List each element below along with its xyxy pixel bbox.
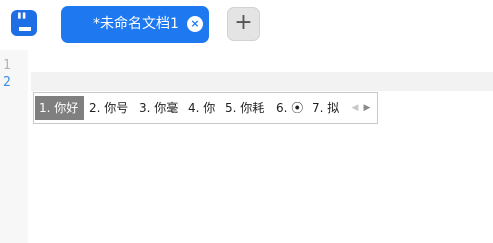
tab-bar: " *未命名文档1 × + bbox=[0, 0, 493, 50]
quote-doc-icon[interactable]: " bbox=[11, 10, 37, 36]
chevron-right-icon[interactable]: ▶ bbox=[362, 96, 372, 120]
plus-icon: + bbox=[234, 10, 253, 35]
chevron-left-icon[interactable]: ◀ bbox=[350, 96, 360, 120]
document-tab-title: *未命名文档1 bbox=[93, 16, 179, 32]
line-number-2: 2 bbox=[3, 75, 11, 90]
line-number-1: 1 bbox=[3, 58, 11, 73]
ime-candidate-7[interactable]: 7. 拟 bbox=[308, 96, 343, 120]
ime-candidate-4[interactable]: 4. 你 bbox=[184, 96, 219, 120]
ime-candidate-3[interactable]: 3. 你毫 bbox=[135, 96, 182, 120]
new-tab-button[interactable]: + bbox=[227, 7, 260, 41]
logo-lines bbox=[19, 27, 31, 31]
document-tab[interactable]: *未命名文档1 × bbox=[61, 6, 209, 43]
close-icon[interactable]: × bbox=[187, 16, 203, 32]
current-line-highlight bbox=[31, 72, 493, 91]
editor-app-window: " *未命名文档1 × + 1 2 1. 你好 2. 你号 3. 你毫 4. 你… bbox=[0, 0, 493, 243]
ime-candidate-6[interactable]: 6. ⦿ bbox=[272, 96, 307, 120]
ime-candidate-window: 1. 你好 2. 你号 3. 你毫 4. 你 5. 你耗 6. ⦿ 7. 拟 ◀… bbox=[33, 92, 378, 124]
ime-candidate-5[interactable]: 5. 你耗 bbox=[221, 96, 268, 120]
ime-candidate-1[interactable]: 1. 你好 bbox=[35, 96, 84, 120]
ime-candidate-2[interactable]: 2. 你号 bbox=[85, 96, 132, 120]
